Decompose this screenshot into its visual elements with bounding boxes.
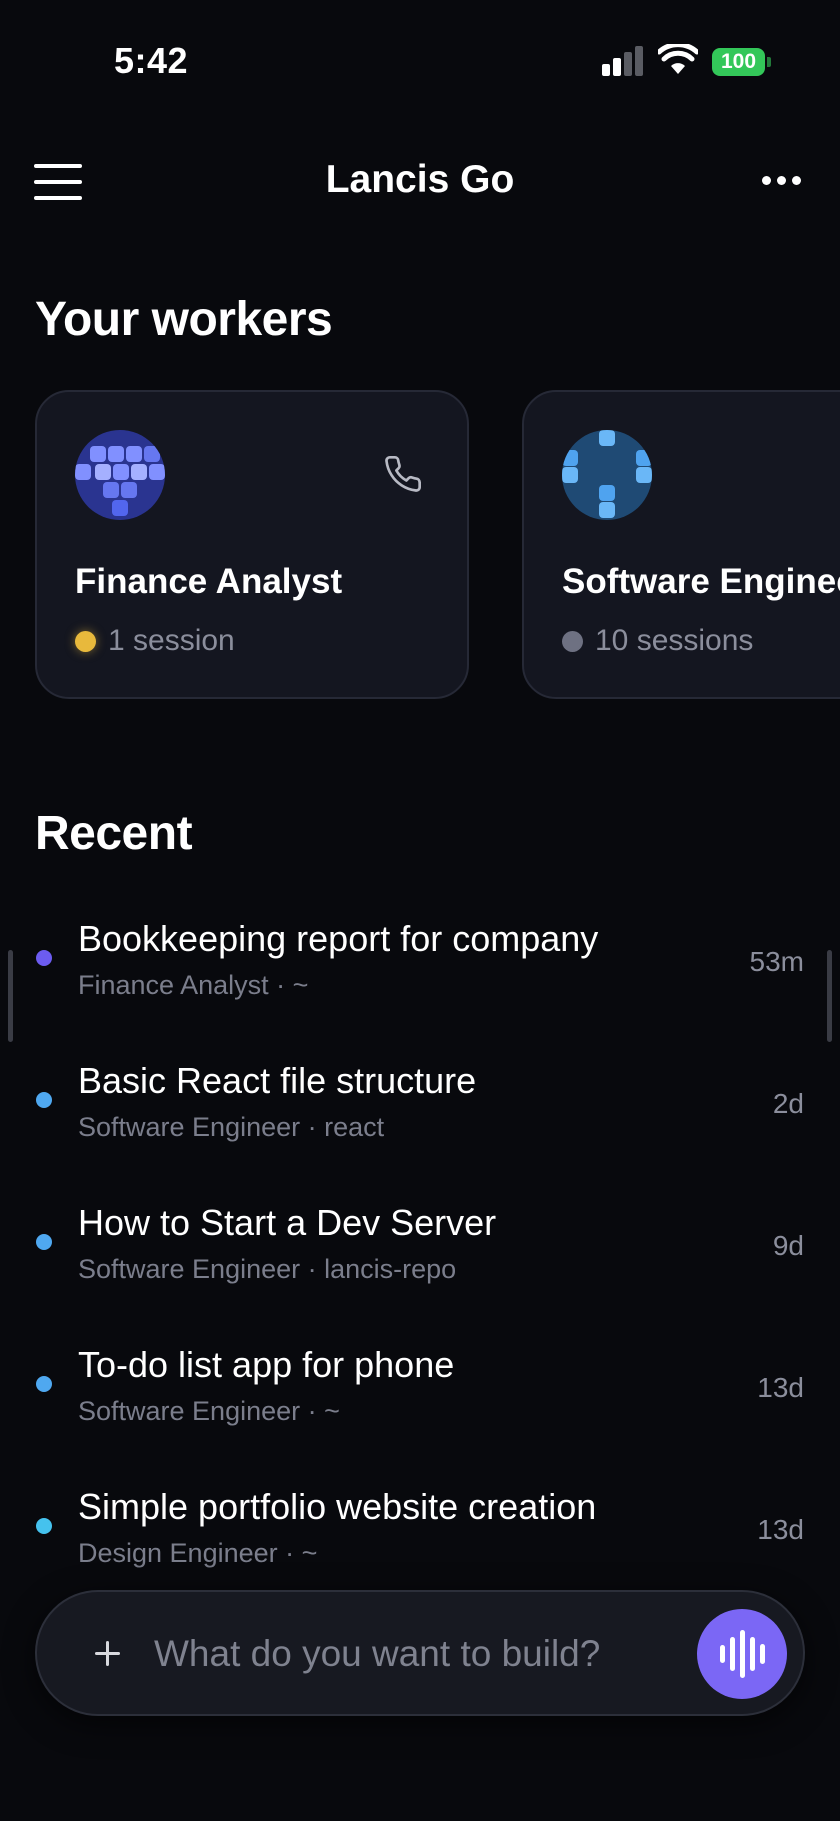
item-subtitle: Finance Analyst · ~	[78, 970, 309, 1000]
finance-analyst-avatar	[75, 430, 165, 520]
recent-section-title: Recent	[35, 807, 193, 860]
item-status-dot	[36, 1234, 52, 1250]
wifi-icon	[658, 44, 698, 74]
item-status-dot	[36, 950, 52, 966]
item-subtitle: Software Engineer · lancis-repo	[78, 1254, 457, 1284]
software-engineer-avatar	[562, 430, 652, 520]
prompt-input[interactable]	[154, 1622, 604, 1686]
ellipsis-icon[interactable]	[760, 170, 804, 194]
status-dot	[562, 630, 583, 652]
scroll-indicator-right[interactable]	[827, 950, 832, 1042]
worker-card-finance-analyst[interactable]: Finance Analyst 1 session	[35, 390, 469, 699]
status-bar: 5:42 100	[0, 0, 840, 110]
voice-waveform-icon[interactable]	[697, 1609, 787, 1699]
workers-carousel[interactable]: Finance Analyst 1 session Software Engin…	[0, 390, 840, 700]
recent-item[interactable]: To-do list app for phone Software Engine…	[0, 1326, 840, 1468]
item-time: 9d	[772, 1230, 804, 1261]
worker-session-count: 1 session	[75, 624, 235, 658]
item-time: 2d	[772, 1088, 804, 1119]
scroll-indicator-left	[8, 950, 13, 1042]
item-subtitle: Software Engineer · react	[78, 1112, 385, 1142]
session-label: 1 session	[108, 624, 235, 657]
worker-card-software-engineer[interactable]: Software Engineer 10 sessions	[522, 390, 840, 699]
plus-icon[interactable]	[79, 1626, 135, 1682]
item-time: 13d	[757, 1372, 804, 1403]
item-status-dot	[36, 1518, 52, 1534]
item-title: To-do list app for phone	[78, 1344, 455, 1385]
status-dot	[75, 630, 96, 652]
item-time: 13d	[757, 1514, 804, 1545]
item-subtitle: Software Engineer · ~	[78, 1396, 340, 1426]
item-title: Simple portfolio website creation	[78, 1486, 597, 1527]
worker-name: Software Engineer	[562, 562, 840, 601]
battery-level: 100	[712, 48, 765, 76]
workers-section-title: Your workers	[35, 293, 333, 346]
recent-item[interactable]: Basic React file structure Software Engi…	[0, 1042, 840, 1184]
item-title: Bookkeeping report for company	[78, 918, 599, 959]
recent-item[interactable]: Bookkeeping report for company Finance A…	[0, 900, 840, 1042]
phone-call-icon[interactable]	[383, 454, 423, 494]
item-title: How to Start a Dev Server	[78, 1202, 497, 1243]
worker-name: Finance Analyst	[75, 562, 343, 601]
cellular-signal-icon	[602, 46, 644, 76]
item-status-dot	[36, 1092, 52, 1108]
item-time: 53m	[749, 946, 804, 977]
app-title: Lancis Go	[325, 158, 515, 201]
composer-bar	[35, 1590, 805, 1716]
status-time: 5:42	[114, 40, 189, 81]
worker-session-count: 10 sessions	[562, 624, 753, 658]
item-title: Basic React file structure	[78, 1060, 477, 1101]
session-label: 10 sessions	[595, 624, 754, 657]
item-status-dot	[36, 1376, 52, 1392]
battery-icon: 100	[712, 48, 771, 76]
recent-item[interactable]: How to Start a Dev Server Software Engin…	[0, 1184, 840, 1326]
